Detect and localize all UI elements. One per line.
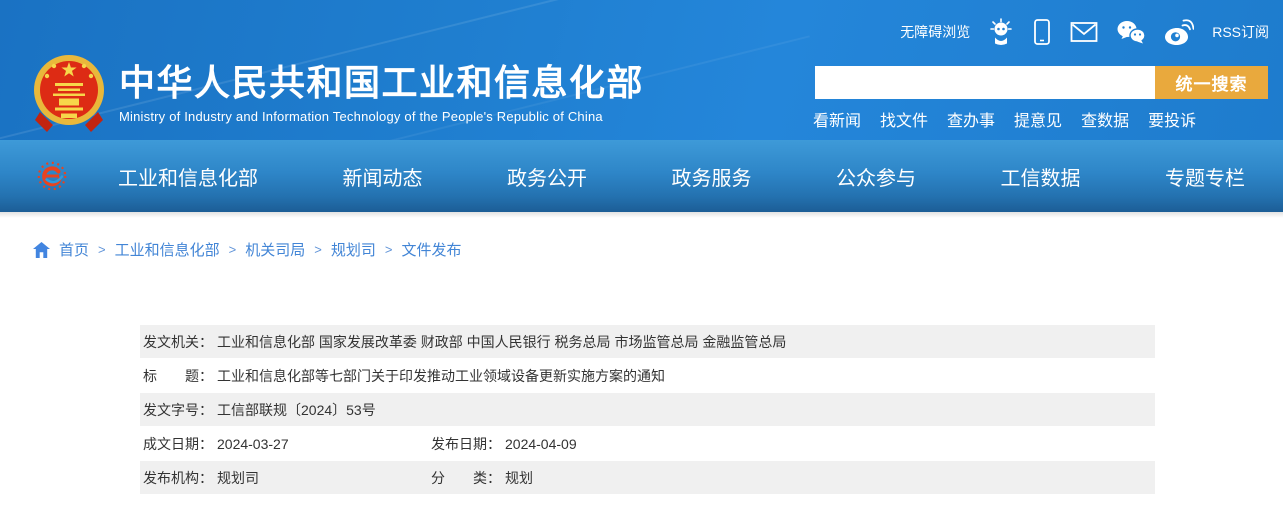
breadcrumb-link-miit[interactable]: 工业和信息化部 [115, 239, 220, 260]
meta-row-dates: 成文日期： 2024-03-27 发布日期： 2024-04-09 [140, 427, 1155, 460]
nav-item-special-topics[interactable]: 专题专栏 [1165, 162, 1245, 191]
quick-link-suggestions[interactable]: 提意见 [1014, 107, 1062, 131]
breadcrumb-separator: > [314, 242, 322, 257]
search-input[interactable] [815, 66, 1155, 99]
brand-text: 中华人民共和国工业和信息化部 Ministry of Industry and … [119, 52, 644, 136]
quick-link-news[interactable]: 看新闻 [813, 107, 861, 131]
breadcrumb-separator: > [385, 242, 393, 257]
quick-link-data[interactable]: 查数据 [1081, 107, 1129, 131]
meta-label: 分 类： [431, 468, 501, 488]
nav-item-news[interactable]: 新闻动态 [343, 162, 423, 191]
site-title: 中华人民共和国工业和信息化部 [119, 64, 644, 102]
nav-item-public-participation[interactable]: 公众参与 [836, 162, 916, 191]
accessibility-link[interactable]: 无障碍浏览 [900, 22, 970, 42]
site-subtitle: Ministry of Industry and Information Tec… [119, 109, 644, 124]
document-meta-table: 发文机关： 工业和信息化部 国家发展改革委 财政部 中国人民银行 税务总局 市场… [140, 325, 1155, 495]
meta-label: 发文字号： [143, 400, 213, 420]
national-emblem [32, 52, 106, 136]
home-icon[interactable] [33, 242, 50, 258]
rss-link[interactable]: RSS订阅 [1212, 22, 1269, 42]
meta-row-document-number: 发文字号： 工信部联规〔2024〕53号 [140, 393, 1155, 426]
meta-row-issuing-authority: 发文机关： 工业和信息化部 国家发展改革委 财政部 中国人民银行 税务总局 市场… [140, 325, 1155, 358]
mail-icon[interactable] [1070, 21, 1098, 43]
meta-second-column: 分 类： 规划 [431, 461, 533, 494]
nav-item-gov-services[interactable]: 政务服务 [672, 162, 752, 191]
wechat-icon[interactable] [1116, 19, 1146, 45]
meta-row-title: 标 题： 工业和信息化部等七部门关于印发推动工业领域设备更新实施方案的通知 [140, 359, 1155, 392]
page: 无障碍浏览 [0, 0, 1283, 520]
meta-label: 发文机关： [143, 332, 213, 352]
meta-value: 2024-04-09 [505, 436, 577, 452]
utility-bar: 无障碍浏览 [900, 17, 1269, 47]
meta-label: 发布日期： [431, 434, 501, 454]
breadcrumb: 首页 > 工业和信息化部 > 机关司局 > 规划司 > 文件发布 [33, 239, 461, 260]
meta-row-publisher: 发布机构： 规划司 分 类： 规划 [140, 461, 1155, 494]
meta-label: 成文日期： [143, 434, 213, 454]
meta-value: 工信部联规〔2024〕53号 [217, 400, 376, 420]
meta-label: 标 题： [143, 366, 213, 386]
nav-item-miit-data[interactable]: 工信数据 [1001, 162, 1081, 191]
miit-e-logo-icon [37, 161, 67, 191]
nav-item-miit[interactable]: 工业和信息化部 [118, 162, 258, 191]
nav-items: 工业和信息化部 新闻动态 政务公开 政务服务 公众参与 工信数据 专题专栏 [118, 140, 1245, 212]
meta-value: 规划 [505, 468, 533, 488]
meta-label: 发布机构： [143, 468, 213, 488]
brand-block: 中华人民共和国工业和信息化部 Ministry of Industry and … [32, 52, 644, 136]
mobile-icon[interactable] [1032, 18, 1052, 46]
breadcrumb-link-home[interactable]: 首页 [59, 239, 89, 260]
nav-bottom-shadow [0, 212, 1283, 218]
breadcrumb-link-document-release[interactable]: 文件发布 [401, 239, 461, 260]
breadcrumb-link-departments[interactable]: 机关司局 [245, 239, 305, 260]
quick-links: 看新闻 找文件 查办事 提意见 查数据 要投诉 [813, 107, 1196, 131]
meta-value: 工业和信息化部等七部门关于印发推动工业领域设备更新实施方案的通知 [217, 366, 665, 386]
quick-link-documents[interactable]: 找文件 [880, 107, 928, 131]
breadcrumb-separator: > [229, 242, 237, 257]
breadcrumb-separator: > [98, 242, 106, 257]
meta-value: 2024-03-27 [217, 436, 289, 452]
search-bar: 统一搜索 [815, 66, 1268, 99]
main-nav: 工业和信息化部 新闻动态 政务公开 政务服务 公众参与 工信数据 专题专栏 [0, 140, 1283, 212]
unified-search-button[interactable]: 统一搜索 [1155, 66, 1268, 99]
weibo-icon[interactable] [1164, 19, 1194, 46]
site-header: 无障碍浏览 [0, 0, 1283, 140]
quick-link-complaints[interactable]: 要投诉 [1148, 107, 1196, 131]
robot-icon[interactable] [988, 18, 1014, 46]
nav-item-gov-openness[interactable]: 政务公开 [507, 162, 587, 191]
meta-second-column: 发布日期： 2024-04-09 [431, 427, 577, 460]
meta-value: 规划司 [217, 468, 259, 488]
meta-value: 工业和信息化部 国家发展改革委 财政部 中国人民银行 税务总局 市场监管总局 金… [217, 332, 786, 352]
quick-link-services[interactable]: 查办事 [947, 107, 995, 131]
breadcrumb-link-planning-dept[interactable]: 规划司 [331, 239, 376, 260]
